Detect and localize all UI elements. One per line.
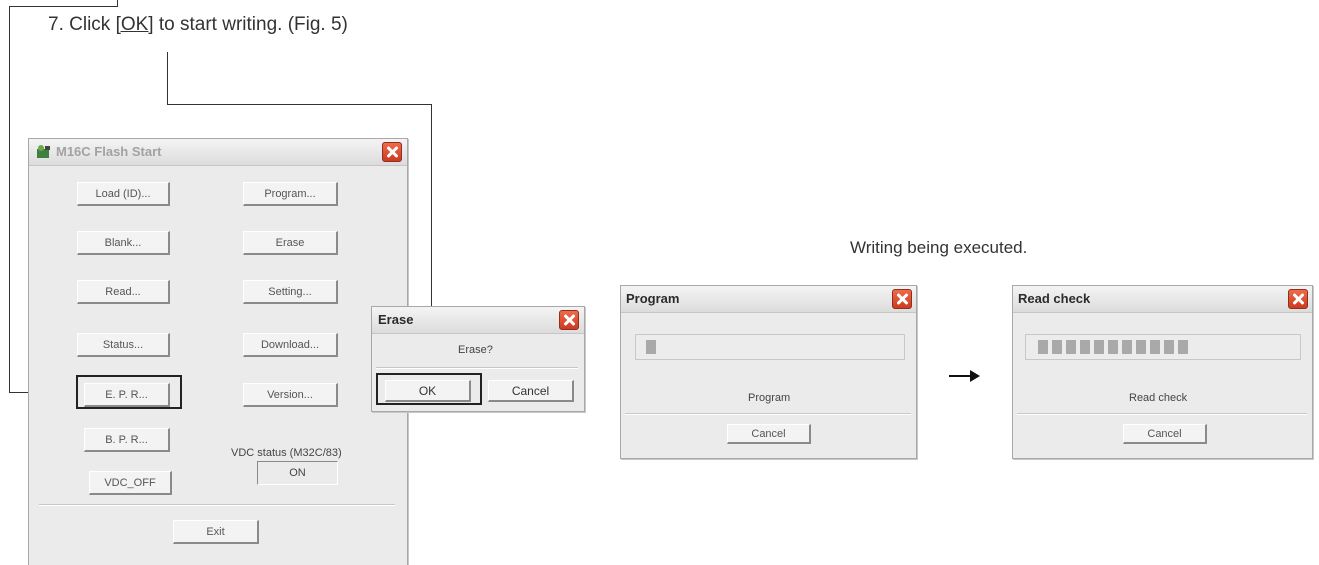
progress-block	[1052, 340, 1062, 354]
flash-start-separator	[39, 504, 395, 506]
instruction-text: 7. Click [OK] to start writing. (Fig. 5)	[48, 14, 348, 36]
callout-left-line	[9, 6, 10, 392]
bpr-button[interactable]: B. P. R...	[84, 428, 170, 452]
progress-block	[1080, 340, 1090, 354]
progress-block	[1136, 340, 1146, 354]
flash-start-window: M16C Flash Start Load (ID)... Program...…	[28, 138, 408, 565]
read-check-title: Read check	[1018, 291, 1091, 306]
progress-block	[1108, 340, 1118, 354]
vdc-off-button[interactable]: VDC_OFF	[89, 471, 172, 495]
callout-ok-horizontal	[167, 104, 432, 105]
program-dialog-close-icon[interactable]	[892, 289, 912, 309]
progress-block	[1150, 340, 1160, 354]
program-status-text: Program	[748, 392, 791, 404]
read-check-progress-bar	[1025, 334, 1301, 360]
erase-dialog-titlebar: Erase	[372, 307, 584, 334]
read-check-titlebar: Read check	[1013, 286, 1312, 313]
program-button[interactable]: Program...	[243, 182, 338, 206]
progress-block	[1094, 340, 1104, 354]
arrow-right-icon	[970, 370, 980, 382]
epr-highlight-box	[76, 375, 182, 409]
progress-block	[1178, 340, 1188, 354]
instruction-ok: [OK]	[115, 14, 154, 35]
exit-button[interactable]: Exit	[173, 520, 259, 544]
callout-top-line	[9, 6, 117, 7]
progress-block	[1066, 340, 1076, 354]
app-icon	[37, 145, 50, 158]
flash-start-title: M16C Flash Start	[56, 144, 162, 159]
instruction-prefix: 7. Click	[48, 14, 116, 35]
download-button[interactable]: Download...	[243, 333, 338, 357]
blank-button[interactable]: Blank...	[77, 231, 170, 255]
read-check-dialog: Read check Read check Cancel	[1012, 285, 1313, 459]
vdc-status-label: VDC status (M32C/83)	[231, 447, 342, 459]
flash-start-close-icon[interactable]	[382, 142, 402, 162]
progress-block	[1038, 340, 1048, 354]
callout-top-riser	[117, 0, 118, 7]
version-button[interactable]: Version...	[243, 383, 338, 407]
flash-start-titlebar: M16C Flash Start	[29, 139, 407, 166]
program-cancel-button[interactable]: Cancel	[727, 424, 811, 444]
erase-dialog-message: Erase?	[458, 344, 493, 356]
read-check-status-text: Read check	[1129, 392, 1188, 404]
read-check-cancel-button[interactable]: Cancel	[1123, 424, 1207, 444]
erase-button[interactable]: Erase	[243, 231, 338, 255]
program-progress-bar	[635, 334, 905, 360]
vdc-status-value: ON	[257, 461, 338, 485]
erase-dialog-title: Erase	[378, 312, 414, 327]
status-button[interactable]: Status...	[77, 333, 170, 357]
program-dialog-separator	[625, 413, 911, 415]
load-id-button[interactable]: Load (ID)...	[77, 182, 170, 206]
progress-block	[1122, 340, 1132, 354]
progress-block	[646, 340, 656, 354]
ok-highlight-box	[376, 373, 482, 405]
erase-cancel-button[interactable]: Cancel	[488, 380, 574, 402]
program-dialog-titlebar: Program	[621, 286, 916, 313]
progress-block	[1164, 340, 1174, 354]
program-dialog-title: Program	[626, 291, 680, 306]
erase-dialog-close-icon[interactable]	[559, 310, 579, 330]
callout-ok-drop	[167, 52, 168, 104]
erase-dialog-separator	[376, 367, 578, 369]
read-check-close-icon[interactable]	[1288, 289, 1308, 309]
program-dialog: Program Program Cancel	[620, 285, 917, 459]
writing-caption: Writing being executed.	[850, 238, 1028, 257]
instruction-suffix: to start writing. (Fig. 5)	[153, 14, 348, 35]
read-button[interactable]: Read...	[77, 280, 170, 304]
setting-button[interactable]: Setting...	[243, 280, 338, 304]
read-check-separator	[1017, 413, 1307, 415]
